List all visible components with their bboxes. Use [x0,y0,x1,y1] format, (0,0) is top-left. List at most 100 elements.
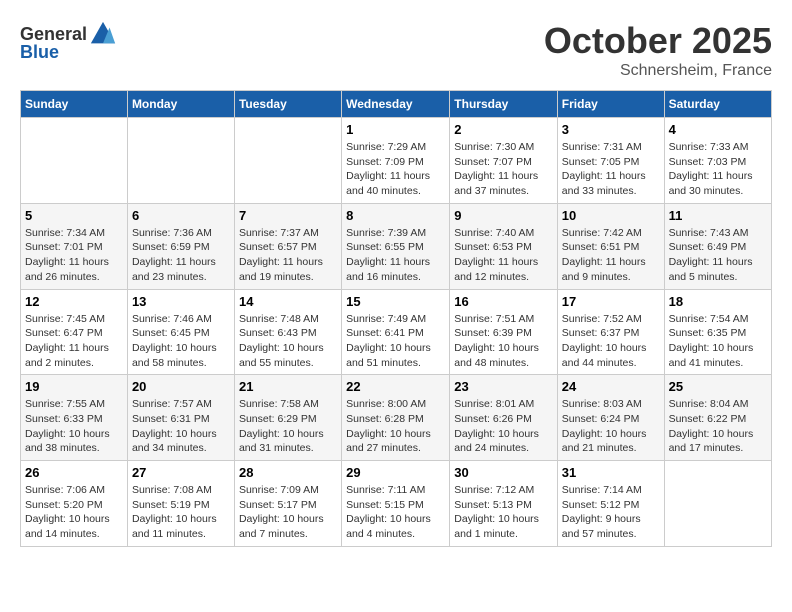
weekday-header: Monday [127,91,234,118]
day-number: 15 [346,294,445,309]
calendar-cell: 17Sunrise: 7:52 AM Sunset: 6:37 PM Dayli… [557,289,664,375]
day-info: Sunrise: 7:30 AM Sunset: 7:07 PM Dayligh… [454,140,553,199]
day-number: 28 [239,465,337,480]
day-number: 19 [25,379,123,394]
calendar-cell: 26 Sunrise: 7:06 AM Sunset: 5:20 PM Dayli… [21,461,128,547]
day-info: Sunrise: 8:00 AM Sunset: 6:28 PM Dayligh… [346,397,445,456]
calendar-cell: 12Sunrise: 7:45 AM Sunset: 6:47 PM Dayli… [21,289,128,375]
day-number: 5 [25,208,123,223]
day-number: 22 [346,379,445,394]
day-info: Sunrise: 8:01 AM Sunset: 6:26 PM Dayligh… [454,397,553,456]
calendar-cell: 25 Sunrise: 8:04 AM Sunset: 6:22 PM Dayli… [664,375,771,461]
calendar-table: SundayMondayTuesdayWednesdayThursdayFrid… [20,90,772,547]
title-section: October 2025 Schnersheim, France [544,20,772,80]
day-info: Sunrise: 7:48 AM Sunset: 6:43 PM Dayligh… [239,312,337,371]
calendar-cell: 13Sunrise: 7:46 AM Sunset: 6:45 PM Dayli… [127,289,234,375]
day-number: 11 [669,208,767,223]
logo-icon [89,20,117,48]
day-number: 9 [454,208,553,223]
calendar-week-row: 5 Sunrise: 7:34 AM Sunset: 7:01 PM Daylig… [21,203,772,289]
day-number: 3 [562,122,660,137]
logo-blue: Blue [20,42,59,63]
calendar-cell [21,118,128,204]
calendar-cell: 4Sunrise: 7:33 AM Sunset: 7:03 PM Daylig… [664,118,771,204]
calendar-cell: 30Sunrise: 7:12 AM Sunset: 5:13 PM Dayli… [450,461,558,547]
day-info: Sunrise: 7:52 AM Sunset: 6:37 PM Dayligh… [562,312,660,371]
calendar-week-row: 1Sunrise: 7:29 AM Sunset: 7:09 PM Daylig… [21,118,772,204]
location-title: Schnersheim, France [544,62,772,80]
day-info: Sunrise: 7:55 AM Sunset: 6:33 PM Dayligh… [25,397,123,456]
day-info: Sunrise: 7:40 AM Sunset: 6:53 PM Dayligh… [454,226,553,285]
day-info: Sunrise: 7:43 AM Sunset: 6:49 PM Dayligh… [669,226,767,285]
calendar-cell: 27 Sunrise: 7:08 AM Sunset: 5:19 PM Dayli… [127,461,234,547]
calendar-cell: 15 Sunrise: 7:49 AM Sunset: 6:41 PM Dayli… [342,289,450,375]
day-info: Sunrise: 7:34 AM Sunset: 7:01 PM Dayligh… [25,226,123,285]
day-info: Sunrise: 7:11 AM Sunset: 5:15 PM Dayligh… [346,483,445,542]
day-number: 31 [562,465,660,480]
day-number: 8 [346,208,445,223]
day-info: Sunrise: 7:42 AM Sunset: 6:51 PM Dayligh… [562,226,660,285]
day-info: Sunrise: 7:08 AM Sunset: 5:19 PM Dayligh… [132,483,230,542]
day-info: Sunrise: 8:03 AM Sunset: 6:24 PM Dayligh… [562,397,660,456]
day-number: 24 [562,379,660,394]
day-number: 7 [239,208,337,223]
day-info: Sunrise: 7:49 AM Sunset: 6:41 PM Dayligh… [346,312,445,371]
day-number: 10 [562,208,660,223]
day-info: Sunrise: 7:31 AM Sunset: 7:05 PM Dayligh… [562,140,660,199]
day-info: Sunrise: 7:54 AM Sunset: 6:35 PM Dayligh… [669,312,767,371]
calendar-cell: 29 Sunrise: 7:11 AM Sunset: 5:15 PM Dayli… [342,461,450,547]
day-number: 18 [669,294,767,309]
calendar-cell: 20 Sunrise: 7:57 AM Sunset: 6:31 PM Dayli… [127,375,234,461]
day-number: 1 [346,122,445,137]
calendar-cell: 22 Sunrise: 8:00 AM Sunset: 6:28 PM Dayli… [342,375,450,461]
weekday-header-row: SundayMondayTuesdayWednesdayThursdayFrid… [21,91,772,118]
day-info: Sunrise: 8:04 AM Sunset: 6:22 PM Dayligh… [669,397,767,456]
day-number: 25 [669,379,767,394]
day-info: Sunrise: 7:39 AM Sunset: 6:55 PM Dayligh… [346,226,445,285]
calendar-cell: 23 Sunrise: 8:01 AM Sunset: 6:26 PM Dayli… [450,375,558,461]
logo: General Blue [20,20,117,63]
day-number: 29 [346,465,445,480]
calendar-cell: 28 Sunrise: 7:09 AM Sunset: 5:17 PM Dayli… [234,461,341,547]
calendar-cell [127,118,234,204]
calendar-cell: 5 Sunrise: 7:34 AM Sunset: 7:01 PM Daylig… [21,203,128,289]
calendar-cell: 11 Sunrise: 7:43 AM Sunset: 6:49 PM Dayli… [664,203,771,289]
day-number: 6 [132,208,230,223]
day-number: 16 [454,294,553,309]
day-number: 4 [669,122,767,137]
day-info: Sunrise: 7:09 AM Sunset: 5:17 PM Dayligh… [239,483,337,542]
calendar-cell: 18 Sunrise: 7:54 AM Sunset: 6:35 PM Dayli… [664,289,771,375]
page-header: General Blue October 2025 Schnersheim, F… [20,20,772,80]
day-number: 20 [132,379,230,394]
calendar-week-row: 26 Sunrise: 7:06 AM Sunset: 5:20 PM Dayli… [21,461,772,547]
calendar-cell: 31Sunrise: 7:14 AM Sunset: 5:12 PM Dayli… [557,461,664,547]
calendar-cell: 24 Sunrise: 8:03 AM Sunset: 6:24 PM Dayli… [557,375,664,461]
day-info: Sunrise: 7:57 AM Sunset: 6:31 PM Dayligh… [132,397,230,456]
calendar-cell: 10 Sunrise: 7:42 AM Sunset: 6:51 PM Dayli… [557,203,664,289]
day-number: 2 [454,122,553,137]
day-info: Sunrise: 7:06 AM Sunset: 5:20 PM Dayligh… [25,483,123,542]
calendar-cell: 19 Sunrise: 7:55 AM Sunset: 6:33 PM Dayli… [21,375,128,461]
day-number: 26 [25,465,123,480]
calendar-cell: 14Sunrise: 7:48 AM Sunset: 6:43 PM Dayli… [234,289,341,375]
month-title: October 2025 [544,20,772,62]
calendar-cell: 3 Sunrise: 7:31 AM Sunset: 7:05 PM Daylig… [557,118,664,204]
calendar-cell: 8 Sunrise: 7:39 AM Sunset: 6:55 PM Daylig… [342,203,450,289]
calendar-cell: 6Sunrise: 7:36 AM Sunset: 6:59 PM Daylig… [127,203,234,289]
day-number: 27 [132,465,230,480]
day-info: Sunrise: 7:45 AM Sunset: 6:47 PM Dayligh… [25,312,123,371]
calendar-week-row: 19 Sunrise: 7:55 AM Sunset: 6:33 PM Dayli… [21,375,772,461]
weekday-header: Wednesday [342,91,450,118]
day-number: 13 [132,294,230,309]
weekday-header: Tuesday [234,91,341,118]
calendar-cell [664,461,771,547]
day-number: 30 [454,465,553,480]
calendar-cell: 1Sunrise: 7:29 AM Sunset: 7:09 PM Daylig… [342,118,450,204]
calendar-cell: 16Sunrise: 7:51 AM Sunset: 6:39 PM Dayli… [450,289,558,375]
weekday-header: Saturday [664,91,771,118]
calendar-cell: 2 Sunrise: 7:30 AM Sunset: 7:07 PM Daylig… [450,118,558,204]
day-number: 23 [454,379,553,394]
weekday-header: Friday [557,91,664,118]
calendar-cell: 7Sunrise: 7:37 AM Sunset: 6:57 PM Daylig… [234,203,341,289]
day-info: Sunrise: 7:58 AM Sunset: 6:29 PM Dayligh… [239,397,337,456]
